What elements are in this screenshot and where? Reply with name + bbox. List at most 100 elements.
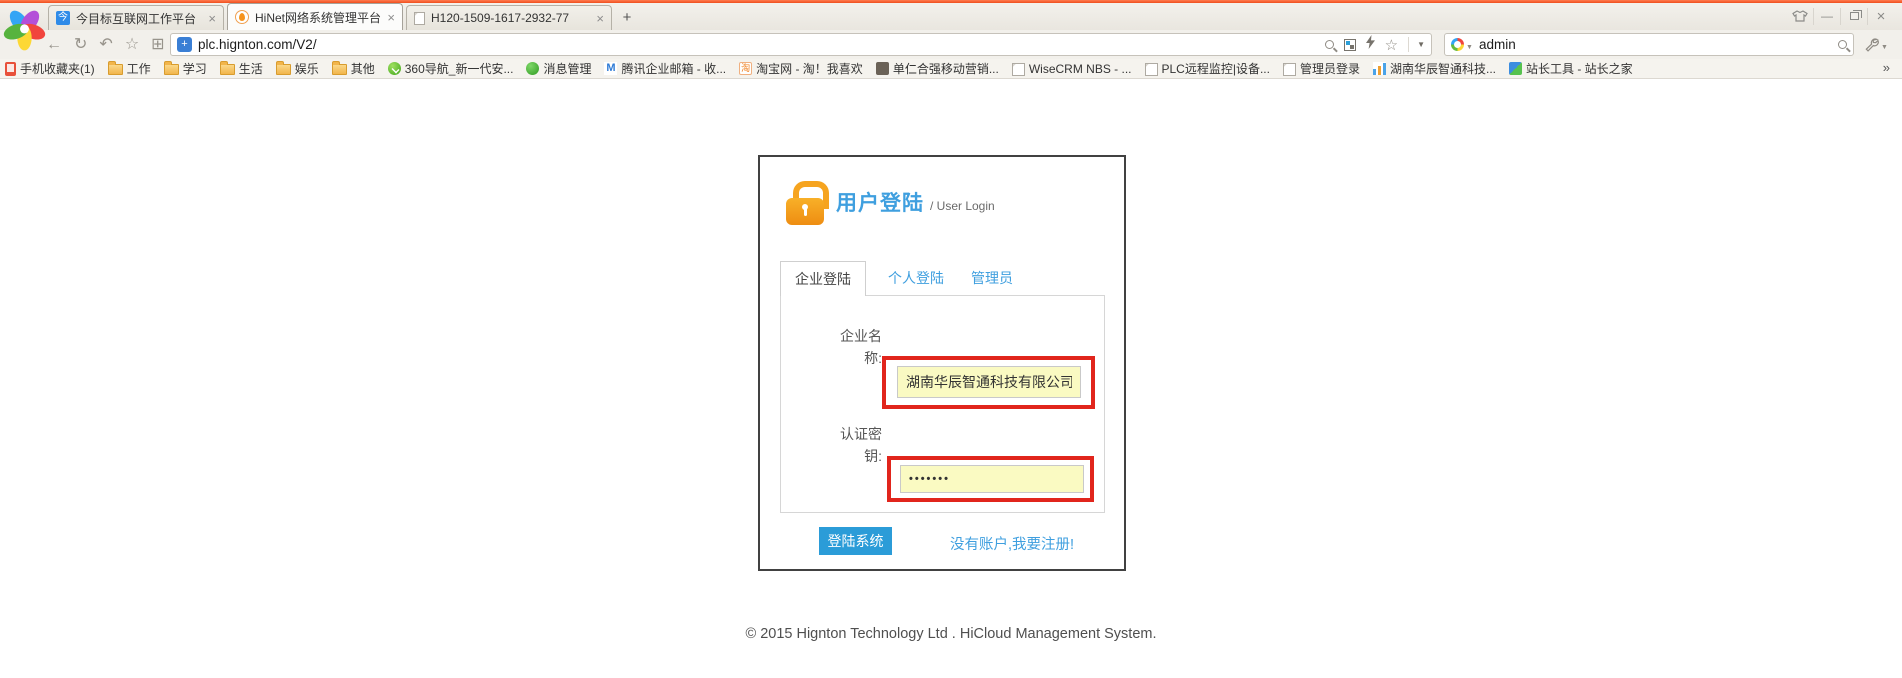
chart-icon xyxy=(1373,62,1386,75)
bookmark-item[interactable]: 工作 xyxy=(108,60,151,77)
search-box[interactable]: ▼ admin xyxy=(1444,33,1854,56)
login-title: 用户登陆 xyxy=(836,187,924,217)
qr-code-icon[interactable] xyxy=(1344,39,1356,51)
company-name-input[interactable] xyxy=(897,366,1081,398)
search-go-icon[interactable] xyxy=(1838,40,1847,49)
browser-logo[interactable] xyxy=(3,5,46,51)
search-input[interactable]: admin xyxy=(1479,37,1838,52)
bookmark-label: 单仁合强移动营销... xyxy=(893,60,999,77)
highlight-box-key xyxy=(887,456,1094,502)
mail-icon: M xyxy=(604,62,617,75)
tools-wrench-icon[interactable]: ▼ xyxy=(1864,37,1888,52)
new-tab-button[interactable]: + xyxy=(612,7,642,28)
bookmark-item[interactable]: 湖南华辰智通科技... xyxy=(1373,60,1496,77)
bookmarks-bar: 手机收藏夹(1) 工作 学习 生活娱乐其他 360导航_新一代安... 消息管理 M 腾讯企业… xyxy=(0,59,1902,79)
page-footer: © 2015 Hignton Technology Ltd . HiCloud … xyxy=(0,626,1902,642)
page-icon xyxy=(1145,63,1158,76)
folder-icon xyxy=(164,64,179,75)
bookmark-star-icon[interactable]: ☆ xyxy=(1385,36,1398,54)
browser-tab[interactable]: 今今目标互联网工作平台 × xyxy=(48,5,224,30)
auth-key-input[interactable] xyxy=(900,465,1084,493)
zoom-icon[interactable] xyxy=(1325,40,1334,49)
address-dropdown-icon[interactable]: ▼ xyxy=(1408,37,1427,52)
tool-icon xyxy=(1509,62,1522,75)
bookmark-item[interactable]: M 腾讯企业邮箱 - 收... xyxy=(604,60,726,77)
window-controls: — × xyxy=(1786,7,1894,25)
back-icon[interactable]: ← xyxy=(46,37,62,53)
bookmark-label: PLC远程监控|设备... xyxy=(1162,60,1270,77)
minimize-button[interactable]: — xyxy=(1813,8,1840,25)
taobao-icon: 淘 xyxy=(739,62,752,75)
bookmark-item[interactable]: 360导航_新一代安... xyxy=(388,60,514,77)
bookmark-label: 管理员登录 xyxy=(1300,60,1360,77)
site-icon xyxy=(876,62,889,75)
tab-title: H120-1509-1617-2932-77 xyxy=(431,11,590,25)
search-engine-icon[interactable] xyxy=(1451,38,1464,51)
bookmark-item[interactable]: 娱乐 xyxy=(276,60,319,77)
bookmark-item[interactable]: 学习 xyxy=(164,60,207,77)
bookmark-label: 360导航_新一代安... xyxy=(405,60,514,77)
bookmarks-overflow-chevron[interactable]: » xyxy=(1879,60,1894,75)
browser-tab[interactable]: HiNet网络系统管理平台 × xyxy=(227,3,403,30)
bookmark-item[interactable]: 手机收藏夹(1) xyxy=(5,60,95,77)
page-icon xyxy=(1283,63,1296,76)
bookmark-label: WiseCRM NBS - ... xyxy=(1029,62,1132,76)
bookmark-item[interactable]: 站长工具 - 站长之家 xyxy=(1509,60,1633,77)
page-icon xyxy=(1012,63,1025,76)
page-icon xyxy=(414,12,425,25)
login-panel: 用户登陆 / User Login 企业登陆 个人登陆 管理员 企业名称: 认证… xyxy=(758,155,1126,571)
browser-nav-bar: ← ↻ ↶ ☆ ⊞ + plc.hignton.com/V2/ ☆ ▼ ▼ ad… xyxy=(0,30,1902,59)
login-submit-button[interactable]: 登陆系统 xyxy=(819,527,892,555)
tab-close-icon[interactable]: × xyxy=(387,10,395,25)
bookmark-label: 腾讯企业邮箱 - 收... xyxy=(621,60,726,77)
bookmark-label: 学习 xyxy=(183,60,207,77)
url-text[interactable]: plc.hignton.com/V2/ xyxy=(198,37,1315,52)
tab-admin-login[interactable]: 管理员 xyxy=(966,261,1018,295)
lock-icon xyxy=(786,181,824,225)
bookmark-item[interactable]: WiseCRM NBS - ... xyxy=(1012,62,1132,76)
message-icon xyxy=(526,62,539,75)
tab-title: 今目标互联网工作平台 xyxy=(76,10,202,27)
undo-icon[interactable]: ↶ xyxy=(99,37,112,53)
bookmark-item[interactable]: PLC远程监控|设备... xyxy=(1145,60,1270,77)
folder-icon xyxy=(108,64,123,75)
bookmark-label: 湖南华辰智通科技... xyxy=(1390,60,1496,77)
tab-close-icon[interactable]: × xyxy=(208,11,216,26)
tab-close-icon[interactable]: × xyxy=(596,11,604,26)
web-page: 用户登陆 / User Login 企业登陆 个人登陆 管理员 企业名称: 认证… xyxy=(0,80,1902,678)
jin-icon: 今 xyxy=(56,11,70,25)
bookmark-label: 消息管理 xyxy=(543,60,591,77)
bookmark-label: 生活 xyxy=(239,60,263,77)
folder-icon xyxy=(332,64,347,75)
bookmark-item[interactable]: 单仁合强移动营销... xyxy=(876,60,999,77)
folder-icon xyxy=(276,64,291,75)
tab-enterprise-login[interactable]: 企业登陆 xyxy=(780,261,866,296)
bookmark-item[interactable]: 生活 xyxy=(220,60,263,77)
refresh-icon[interactable]: ↻ xyxy=(74,37,87,53)
bookmark-item[interactable]: 其他 xyxy=(332,60,375,77)
favorites-grid-icon[interactable]: ⊞ xyxy=(151,37,164,53)
register-link[interactable]: 没有账户,我要注册! xyxy=(950,533,1074,554)
company-name-label: 企业名称: xyxy=(834,325,882,369)
restore-button[interactable] xyxy=(1840,8,1867,25)
tab-personal-login[interactable]: 个人登陆 xyxy=(884,261,948,295)
flame-icon xyxy=(235,10,249,24)
theme-skin-icon[interactable] xyxy=(1786,8,1813,25)
bookmark-label: 站长工具 - 站长之家 xyxy=(1526,60,1633,77)
bookmark-item[interactable]: 淘淘宝网 - 淘！我喜欢 xyxy=(739,60,863,77)
bookmark-item[interactable]: 管理员登录 xyxy=(1283,60,1360,77)
browser-tab[interactable]: H120-1509-1617-2932-77 × xyxy=(406,5,612,30)
bookmark-label: 淘宝网 - 淘！我喜欢 xyxy=(756,60,863,77)
tab-title: HiNet网络系统管理平台 xyxy=(255,9,381,26)
360-icon xyxy=(388,62,401,75)
tab-strip: 今今目标互联网工作平台×HiNet网络系统管理平台×H120-1509-1617… xyxy=(48,3,615,30)
bookmark-item[interactable]: 消息管理 xyxy=(526,60,591,77)
site-badge-icon: + xyxy=(177,37,192,52)
lightning-icon[interactable] xyxy=(1366,35,1375,54)
close-button[interactable]: × xyxy=(1867,8,1894,25)
highlight-box-company xyxy=(882,356,1095,409)
address-bar[interactable]: + plc.hignton.com/V2/ ☆ ▼ xyxy=(170,33,1432,56)
auth-key-label: 认证密钥: xyxy=(834,423,882,467)
favorites-star-icon[interactable]: ☆ xyxy=(125,37,139,53)
search-engine-dropdown-icon[interactable]: ▼ xyxy=(1466,44,1473,51)
